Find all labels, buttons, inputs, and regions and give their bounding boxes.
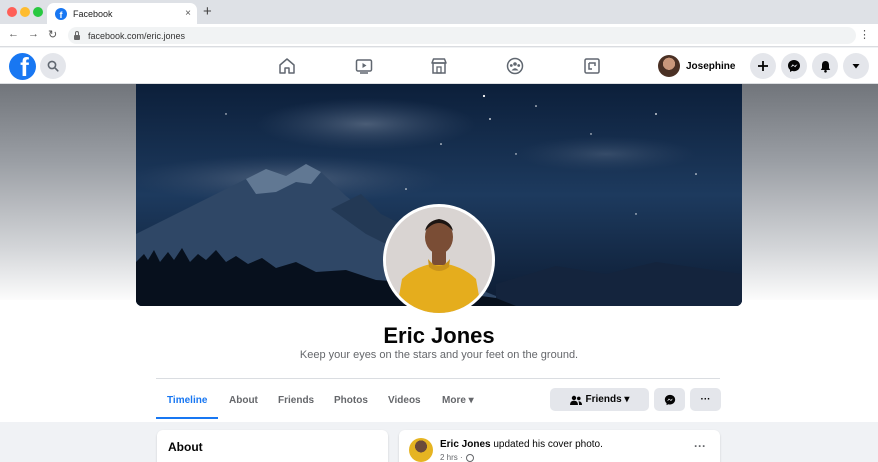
home-icon: [279, 58, 295, 74]
facebook-favicon-icon: f: [55, 7, 67, 20]
ellipsis-icon: ···: [700, 394, 711, 405]
about-card-title: About: [168, 440, 203, 454]
create-button[interactable]: [750, 53, 776, 79]
message-button[interactable]: [654, 388, 685, 411]
reload-icon[interactable]: ↻: [48, 28, 57, 41]
nav-gaming[interactable]: [580, 55, 604, 77]
gaming-icon: [584, 58, 600, 74]
tab-timeline[interactable]: Timeline: [167, 381, 207, 419]
maximize-window-button[interactable]: [33, 7, 43, 17]
caret-down-icon: [852, 64, 860, 69]
globe-icon: [465, 453, 474, 462]
post-author-avatar[interactable]: [409, 438, 433, 462]
friends-button[interactable]: Friends ▾: [550, 388, 649, 411]
url-text: facebook.com/eric.jones: [88, 30, 186, 41]
profile-chip[interactable]: Josephine: [658, 54, 735, 78]
browser-menu-icon[interactable]: ⋮: [859, 28, 870, 41]
profile-bio: Keep your eyes on the stars and your fee…: [299, 349, 579, 361]
post-author-name[interactable]: Eric Jones: [440, 439, 491, 450]
profile-photo-image: [386, 207, 492, 313]
friends-icon: [569, 395, 582, 405]
profile-divider: [156, 378, 720, 379]
avatar: [658, 55, 680, 77]
post-card: Eric Jones updated his cover photo. 2 hr…: [399, 430, 720, 462]
tab-close-icon[interactable]: ×: [185, 8, 191, 19]
back-icon[interactable]: ←: [8, 28, 19, 40]
search-icon: [47, 60, 59, 72]
profile-picture[interactable]: [383, 204, 495, 316]
nav-home[interactable]: [275, 55, 299, 77]
post-headline: Eric Jones updated his cover photo.: [440, 439, 603, 450]
tab-more[interactable]: More ▾: [442, 381, 474, 419]
friends-button-label: Friends ▾: [585, 394, 630, 405]
tab-about[interactable]: About: [229, 381, 258, 419]
new-tab-button[interactable]: +: [203, 3, 212, 20]
tab-title: Facebook: [73, 8, 113, 19]
profile-name: Eric Jones: [383, 323, 495, 348]
search-button[interactable]: [40, 53, 66, 79]
about-card: About: [157, 430, 388, 462]
plus-icon: [758, 61, 768, 71]
close-window-button[interactable]: [7, 7, 17, 17]
browser-tab[interactable]: f Facebook ×: [47, 3, 197, 24]
groups-icon: [506, 57, 524, 75]
active-tab-indicator: [156, 417, 218, 419]
url-input[interactable]: facebook.com/eric.jones: [68, 27, 856, 44]
tab-videos[interactable]: Videos: [388, 381, 421, 419]
post-options-button[interactable]: ···: [694, 439, 706, 453]
post-timestamp[interactable]: 2 hrs ·: [440, 453, 463, 462]
nav-groups[interactable]: [503, 55, 527, 77]
tab-photos[interactable]: Photos: [334, 381, 368, 419]
messenger-icon: [664, 394, 675, 405]
browser-address-bar: ← → ↻ facebook.com/eric.jones ⋮: [0, 24, 878, 47]
facebook-top-nav: f Josephine: [0, 48, 878, 84]
account-menu-button[interactable]: [843, 53, 869, 79]
marketplace-icon: [431, 58, 447, 74]
post-action-text: updated his cover photo.: [490, 439, 603, 450]
messenger-icon: [788, 60, 800, 72]
minimize-window-button[interactable]: [20, 7, 30, 17]
browser-tab-bar: f Facebook × +: [0, 0, 878, 24]
nav-marketplace[interactable]: [427, 55, 451, 77]
notifications-button[interactable]: [812, 53, 838, 79]
watch-icon: [355, 59, 373, 74]
nav-watch[interactable]: [352, 55, 376, 77]
bell-icon: [820, 60, 830, 73]
tab-friends[interactable]: Friends: [278, 381, 314, 419]
facebook-logo-icon[interactable]: f: [9, 53, 36, 80]
lock-icon: [74, 30, 80, 40]
messenger-button[interactable]: [781, 53, 807, 79]
profile-more-button[interactable]: ···: [690, 388, 721, 411]
user-name: Josephine: [686, 60, 736, 72]
post-meta: 2 hrs ·: [440, 453, 474, 462]
forward-icon[interactable]: →: [28, 28, 39, 40]
